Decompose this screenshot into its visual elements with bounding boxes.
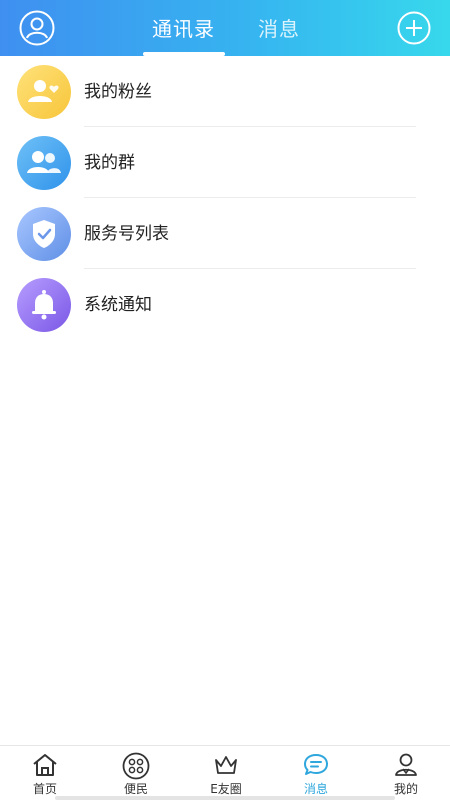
nav-label: 消息 — [303, 782, 328, 796]
list-item-system-notifications[interactable]: 系统通知 — [0, 269, 450, 340]
nav-label: 我的 — [393, 782, 418, 796]
crown-icon — [215, 756, 237, 774]
list-item-label: 我的粉丝 — [84, 82, 152, 102]
shield-check-icon — [17, 207, 71, 261]
tab-messages[interactable]: 消息 — [258, 14, 300, 44]
nav-label: 便民 — [123, 782, 148, 796]
user-avatar-icon — [19, 10, 55, 46]
list-item-label: 系统通知 — [84, 295, 152, 315]
nav-item-convenience[interactable]: 便民 — [106, 746, 166, 800]
nav-item-messages[interactable]: 消息 — [286, 746, 346, 800]
nav-item-mine[interactable]: 我的 — [376, 746, 436, 800]
list-item-service-accounts[interactable]: 服务号列表 — [0, 198, 450, 269]
nav-item-friends-circle[interactable]: E友圈 — [196, 746, 256, 800]
list-item-label: 服务号列表 — [84, 224, 169, 244]
fans-icon — [17, 65, 71, 119]
nav-label: 首页 — [32, 782, 57, 796]
profile-icon — [395, 753, 417, 776]
home-icon — [33, 754, 57, 776]
list-item-groups[interactable]: 我的群 — [0, 127, 450, 198]
home-indicator-bar — [55, 796, 395, 800]
list-item-fans[interactable]: 我的粉丝 — [0, 56, 450, 127]
top-header: 通讯录 消息 — [0, 0, 450, 56]
tab-contacts[interactable]: 通讯录 — [152, 14, 215, 44]
nav-item-home[interactable]: 首页 — [15, 746, 75, 800]
nav-label: E友圈 — [210, 782, 242, 796]
user-avatar-button[interactable] — [19, 10, 55, 46]
grid-circle-icon — [122, 752, 150, 780]
add-circle-icon — [397, 11, 431, 45]
contacts-list: 我的粉丝 我的群 服务号列表 系统通知 — [0, 56, 450, 340]
chat-bubble-icon — [304, 754, 328, 775]
add-button[interactable] — [397, 11, 431, 45]
list-item-label: 我的群 — [84, 153, 135, 173]
bottom-navigation: 首页 便民 E友圈 消息 我的 — [0, 745, 450, 800]
group-icon — [17, 136, 71, 190]
bell-icon — [17, 278, 71, 332]
